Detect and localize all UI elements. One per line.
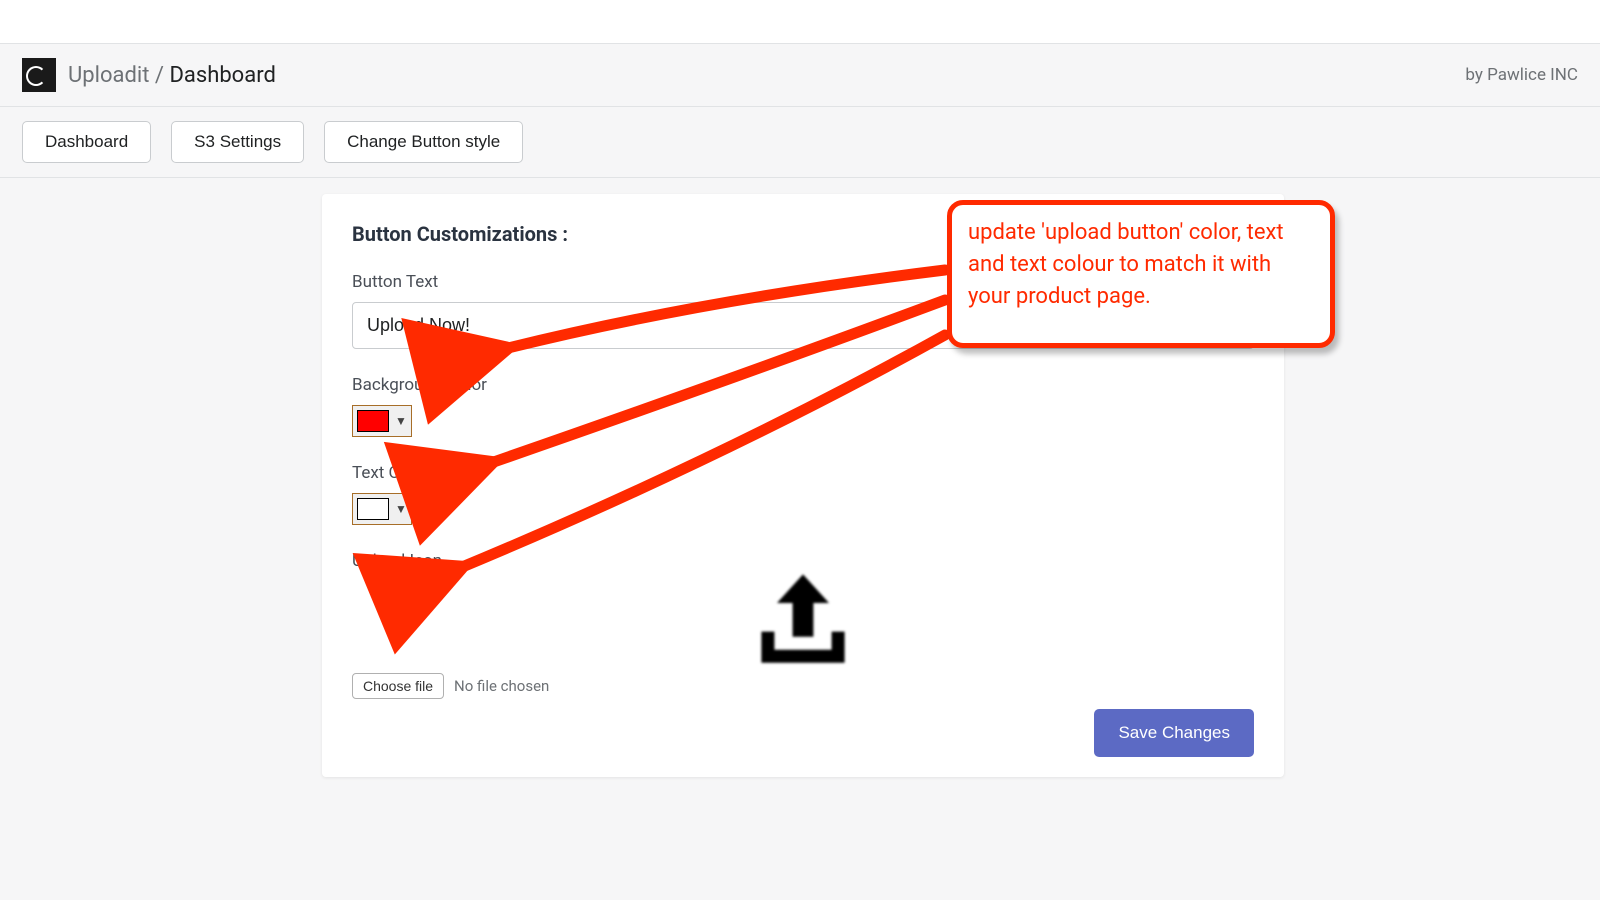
tab-change-button-style[interactable]: Change Button style: [324, 121, 523, 163]
tab-bar: Dashboard S3 Settings Change Button styl…: [0, 107, 1600, 178]
header-bar: Uploadit / Dashboard by Pawlice INC: [0, 44, 1600, 107]
background-color-picker[interactable]: ▼: [352, 405, 412, 437]
tab-s3-settings[interactable]: S3 Settings: [171, 121, 304, 163]
choose-file-button[interactable]: Choose file: [352, 673, 444, 699]
text-color-label: Text Color: [352, 463, 1254, 483]
annotation-callout: update 'upload button' color, text and t…: [947, 200, 1335, 348]
tab-dashboard[interactable]: Dashboard: [22, 121, 151, 163]
upload-icon: [738, 551, 868, 681]
breadcrumb-current: Dashboard: [169, 63, 275, 88]
breadcrumb-app[interactable]: Uploadit: [68, 63, 149, 88]
chevron-down-icon: ▼: [395, 414, 407, 428]
save-changes-button[interactable]: Save Changes: [1094, 709, 1254, 757]
chevron-down-icon: ▼: [395, 502, 407, 516]
no-file-chosen-label: No file chosen: [454, 677, 549, 695]
text-color-swatch: [357, 498, 389, 520]
background-color-label: Background Color: [352, 375, 1254, 395]
background-color-swatch: [357, 410, 389, 432]
breadcrumb: Uploadit / Dashboard: [68, 63, 276, 88]
top-whitespace: [0, 0, 1600, 44]
annotation-text: update 'upload button' color, text and t…: [968, 220, 1284, 309]
text-color-picker[interactable]: ▼: [352, 493, 412, 525]
byline-text: by Pawlice INC: [1465, 65, 1578, 85]
app-logo: [22, 58, 56, 92]
breadcrumb-separator: /: [155, 63, 164, 88]
